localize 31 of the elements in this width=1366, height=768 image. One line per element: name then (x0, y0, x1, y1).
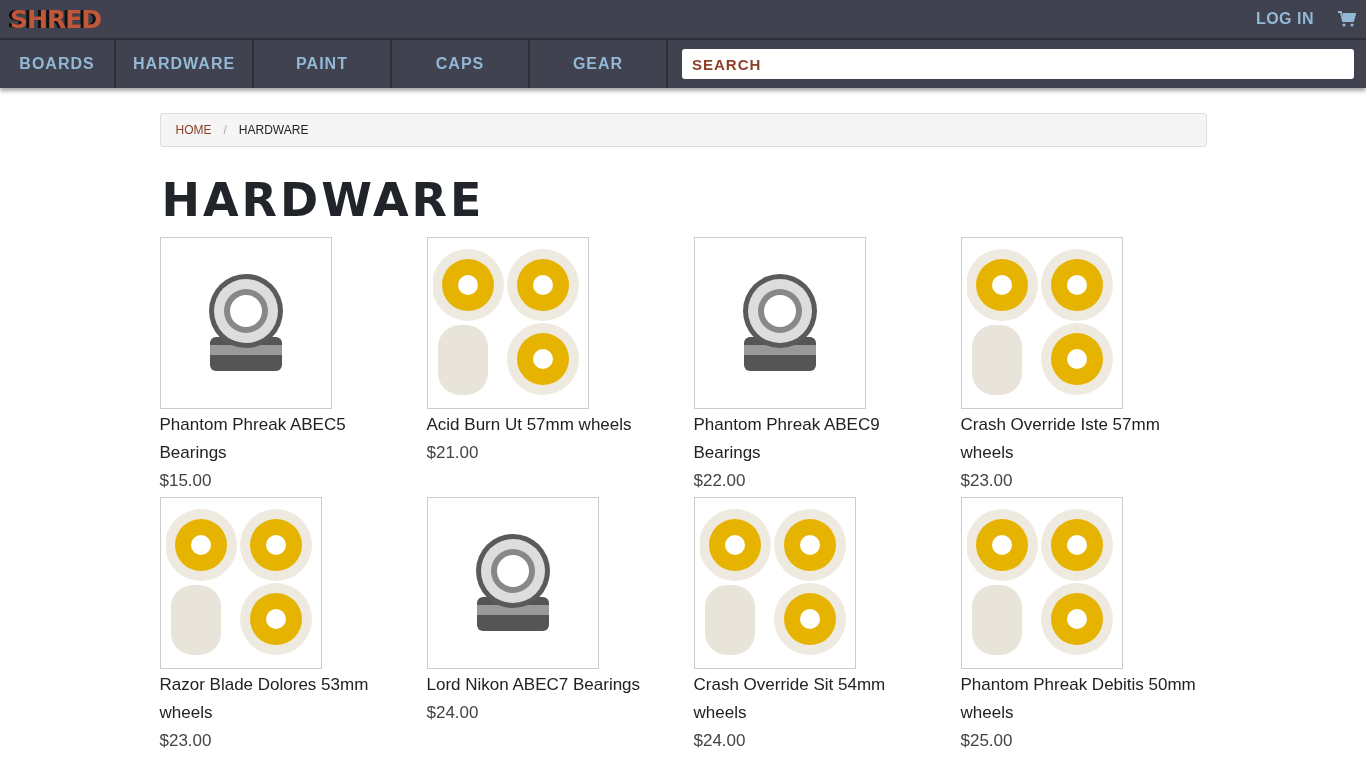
product-image[interactable] (693, 237, 866, 409)
breadcrumb-separator: / (223, 122, 227, 139)
search-field[interactable]: SEARCH (682, 49, 1354, 79)
product-price: $23.00 (960, 470, 1014, 492)
product-image[interactable] (426, 497, 599, 669)
page-title: HARDWARE (161, 177, 486, 223)
product-name-link[interactable]: Crash Override Sit 54mm wheels (693, 671, 942, 727)
product-price: $15.00 (159, 470, 213, 492)
product-price: $24.00 (426, 702, 480, 724)
nav-tab[interactable]: CAPS (392, 40, 530, 88)
product-price: $22.00 (693, 470, 747, 492)
nav-tab[interactable]: PAINT (254, 40, 392, 88)
nav-tab[interactable]: HARDWARE (116, 40, 254, 88)
product-price: $25.00 (960, 730, 1014, 752)
breadcrumb-current: HARDWARE (238, 122, 309, 139)
product-name-link[interactable]: Phantom Phreak Debitis 50mm wheels (960, 671, 1209, 727)
product-price: $23.00 (159, 730, 213, 752)
product-name-link[interactable]: Acid Burn Ut 57mm wheels (426, 411, 675, 439)
product-name-link[interactable]: Phantom Phreak ABEC5 Bearings (159, 411, 408, 467)
breadcrumb-link[interactable]: HOME (175, 121, 212, 139)
product-name-link[interactable]: Razor Blade Dolores 53mm wheels (159, 671, 408, 727)
nav-tab[interactable]: BOARDS (0, 40, 116, 88)
product-name-link[interactable]: Crash Override Iste 57mm wheels (960, 411, 1209, 467)
product-image[interactable] (159, 237, 332, 409)
product-price: $21.00 (426, 442, 480, 464)
product-price: $24.00 (693, 730, 747, 752)
login-link[interactable]: LOG IN (1255, 7, 1314, 31)
product-name-link[interactable]: Lord Nikon ABEC7 Bearings (426, 671, 675, 699)
nav-tab[interactable]: GEAR (530, 40, 668, 88)
product-name-link[interactable]: Phantom Phreak ABEC9 Bearings (693, 411, 942, 467)
cart-icon[interactable] (1338, 11, 1356, 27)
